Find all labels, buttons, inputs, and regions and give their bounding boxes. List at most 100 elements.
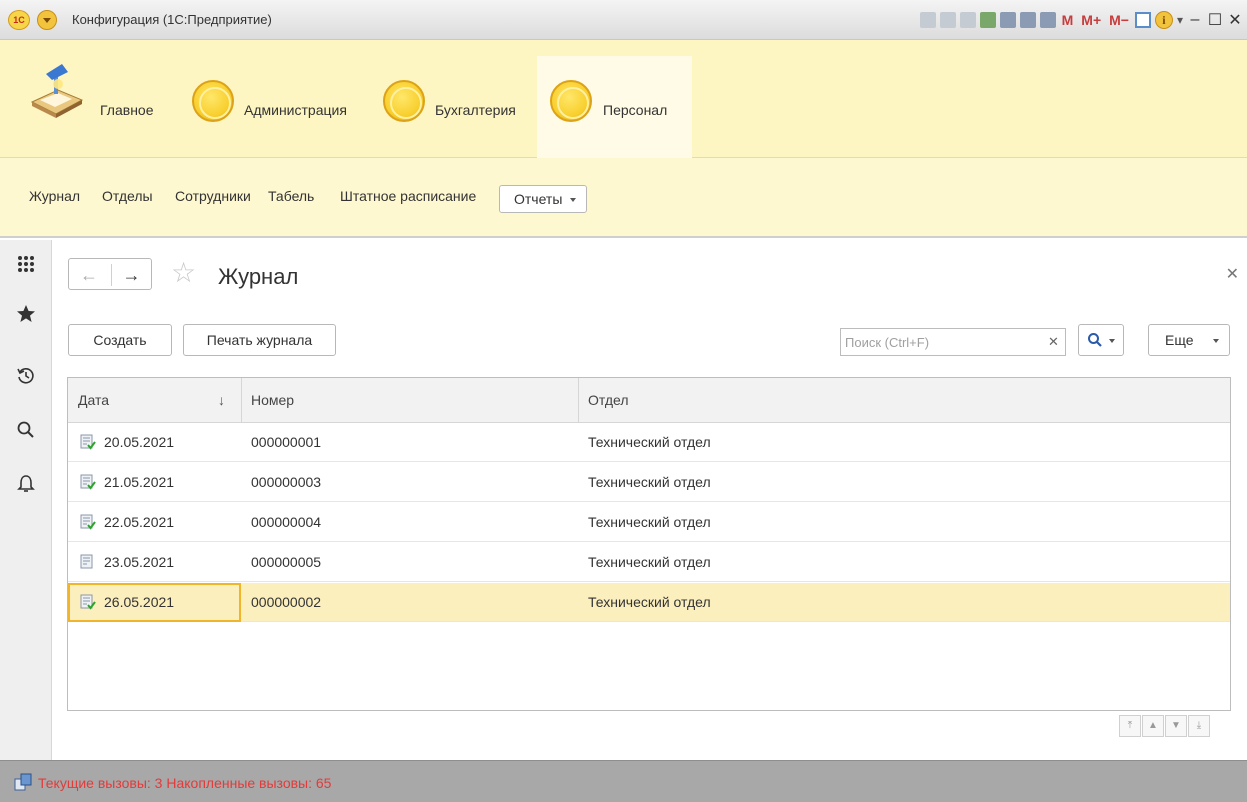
notifications-icon[interactable] <box>16 474 36 494</box>
more-label: Еще <box>1165 332 1194 348</box>
table-row[interactable]: 23.05.2021 000000005 Технический отдел <box>68 543 1230 582</box>
search-dropdown-caret-icon <box>1109 339 1115 343</box>
subsection-staff-schedule[interactable]: Штатное расписание <box>340 188 476 204</box>
journal-table[interactable]: Дата ↓ Номер Отдел 20.05.2021 000000001 … <box>67 377 1231 711</box>
title-toolbar: M M+ M− i ▾ – ☐ ✕ <box>919 9 1243 31</box>
posted-document-icon <box>80 474 96 490</box>
maximize-icon[interactable]: ☐ <box>1207 10 1223 30</box>
history-icon[interactable] <box>16 366 36 386</box>
favorite-star-icon[interactable]: ☆ <box>171 258 196 288</box>
cell-department: Технический отдел <box>588 434 711 450</box>
more-button[interactable]: Еще <box>1148 324 1230 356</box>
subsection-timesheet[interactable]: Табель <box>268 188 314 204</box>
calendar-icon[interactable] <box>1039 12 1056 28</box>
reports-dropdown[interactable]: Отчеты <box>499 185 587 213</box>
window-title: Конфигурация (1С:Предприятие) <box>72 12 272 27</box>
column-divider <box>578 378 579 423</box>
print-journal-button[interactable]: Печать журнала <box>183 324 336 356</box>
forward-arrow-icon[interactable]: → <box>111 264 151 286</box>
cell-date: 20.05.2021 <box>104 434 175 450</box>
cell-department: Технический отдел <box>588 594 711 610</box>
section-personnel[interactable]: Персонал <box>603 102 667 118</box>
info-dropdown-icon[interactable]: ▾ <box>1177 13 1183 27</box>
print-icon[interactable] <box>939 12 956 28</box>
cell-number: 000000004 <box>251 514 322 530</box>
unposted-document-icon <box>80 554 93 569</box>
app-logo-icon: 1С <box>8 10 30 30</box>
memory-m-button[interactable]: M <box>1060 12 1076 28</box>
posted-document-icon <box>80 434 96 450</box>
subsection-employees[interactable]: Сотрудники <box>175 188 251 204</box>
history-navigation: ← → <box>68 258 152 290</box>
cell-date: 23.05.2021 <box>104 554 175 570</box>
back-arrow-icon[interactable]: ← <box>69 264 109 286</box>
column-header-department[interactable]: Отдел <box>588 392 629 408</box>
create-button[interactable]: Создать <box>68 324 172 356</box>
preview-icon[interactable] <box>959 12 976 28</box>
subsection-journal[interactable]: Журнал <box>29 188 80 204</box>
scroll-up-icon[interactable]: ▲ <box>1142 715 1164 737</box>
journal-form: ← → ☆ Журнал ✕ Создать Печать журнала По… <box>53 240 1247 760</box>
left-navigation-bar <box>0 240 52 760</box>
main-section-icon[interactable] <box>28 62 86 120</box>
cell-number: 000000003 <box>251 474 322 490</box>
more-dropdown-caret-icon <box>1213 339 1219 343</box>
cell-date: 22.05.2021 <box>104 514 175 530</box>
page-title: Журнал <box>218 264 299 289</box>
printer-setup-icon[interactable] <box>999 12 1016 28</box>
memory-plus-button[interactable]: M+ <box>1079 12 1103 28</box>
minimize-icon[interactable]: – <box>1187 11 1203 29</box>
magnifier-icon <box>1088 333 1102 347</box>
server-calls-icon[interactable] <box>14 773 32 791</box>
section-accounting[interactable]: Бухгалтерия <box>435 102 516 118</box>
search-placeholder: Поиск (Ctrl+F) <box>845 335 930 350</box>
status-calls-text: Текущие вызовы: 3 Накопленные вызовы: 65 <box>38 775 332 791</box>
posted-document-icon <box>80 594 96 610</box>
scroll-first-icon[interactable]: ⤒ <box>1119 715 1141 737</box>
subsection-departments[interactable]: Отделы <box>102 188 153 204</box>
all-functions-icon[interactable] <box>16 254 36 274</box>
section-administration[interactable]: Администрация <box>244 102 347 118</box>
window-title-bar: 1С Конфигурация (1С:Предприятие) M M+ M−… <box>0 0 1247 40</box>
column-header-date[interactable]: Дата <box>78 392 109 408</box>
cell-number: 000000001 <box>251 434 322 450</box>
export-icon[interactable] <box>979 12 996 28</box>
main-menu-icon[interactable] <box>37 10 57 30</box>
column-divider <box>241 378 242 423</box>
cell-number: 000000002 <box>251 594 322 610</box>
section-accounting-icon[interactable] <box>383 80 425 122</box>
table-row[interactable]: 20.05.2021 000000001 Технический отдел <box>68 423 1230 462</box>
cell-department: Технический отдел <box>588 514 711 530</box>
close-window-icon[interactable]: ✕ <box>1227 10 1243 30</box>
cell-department: Технический отдел <box>588 554 711 570</box>
cell-date: 26.05.2021 <box>104 594 175 610</box>
close-form-icon[interactable]: ✕ <box>1226 264 1239 284</box>
cell-date: 21.05.2021 <box>104 474 175 490</box>
section-personnel-icon[interactable] <box>550 80 592 122</box>
table-row[interactable]: 22.05.2021 000000004 Технический отдел <box>68 503 1230 542</box>
search-icon[interactable] <box>16 420 36 440</box>
section-main[interactable]: Главное <box>100 102 154 118</box>
save-icon[interactable] <box>919 12 936 28</box>
cell-department: Технический отдел <box>588 474 711 490</box>
favorites-icon[interactable] <box>16 304 36 324</box>
scroll-down-icon[interactable]: ▼ <box>1165 715 1187 737</box>
clear-search-icon[interactable]: ✕ <box>1048 334 1059 350</box>
panels-icon[interactable] <box>1134 12 1151 28</box>
search-options-button[interactable] <box>1078 324 1124 356</box>
memory-minus-button[interactable]: M− <box>1107 12 1131 28</box>
table-row-selected[interactable]: 26.05.2021 000000002 Технический отдел <box>68 583 1230 622</box>
column-header-number[interactable]: Номер <box>251 392 294 408</box>
posted-document-icon <box>80 514 96 530</box>
scroll-last-icon[interactable]: ⤓ <box>1188 715 1210 737</box>
table-header: Дата ↓ Номер Отдел <box>68 378 1230 423</box>
info-icon[interactable]: i <box>1154 11 1173 29</box>
table-row[interactable]: 21.05.2021 000000003 Технический отдел <box>68 463 1230 502</box>
status-bar: Текущие вызовы: 3 Накопленные вызовы: 65 <box>0 760 1247 802</box>
search-input[interactable]: Поиск (Ctrl+F) <box>840 328 1066 356</box>
reports-label: Отчеты <box>514 191 563 207</box>
section-administration-icon[interactable] <box>192 80 234 122</box>
subsections-panel: Журнал Отделы Сотрудники Табель Штатное … <box>0 158 1247 238</box>
cell-number: 000000005 <box>251 554 322 570</box>
calculator-icon[interactable] <box>1019 12 1036 28</box>
